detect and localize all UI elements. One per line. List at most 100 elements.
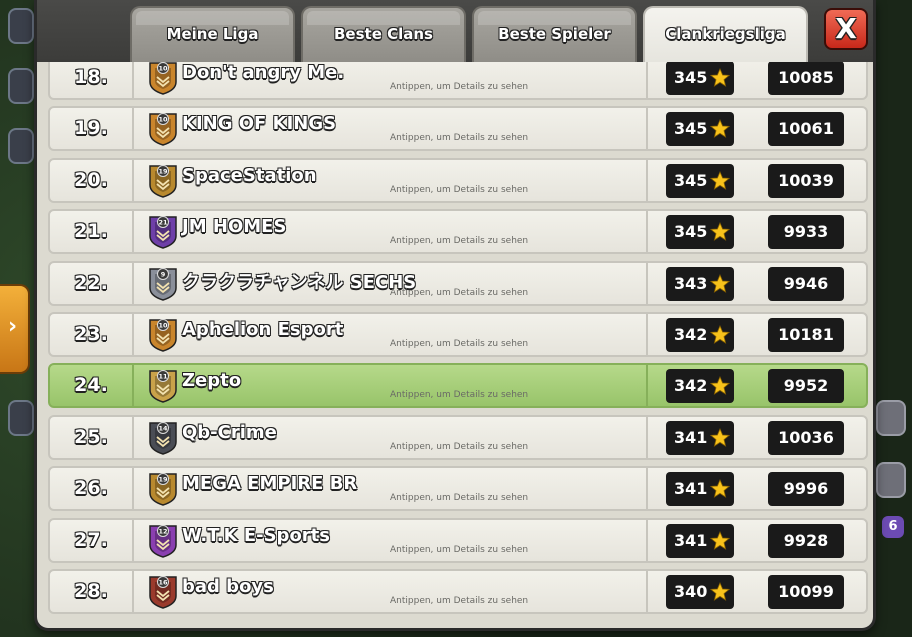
clan-name: JM HOMES bbox=[182, 216, 287, 238]
war-score: 9928 bbox=[768, 523, 844, 558]
clan-level: 10 bbox=[158, 322, 168, 330]
close-button[interactable]: X bbox=[824, 8, 868, 50]
side-notification-badge: 6 bbox=[882, 516, 904, 538]
tab-shine bbox=[136, 11, 289, 25]
details-hint: Antippen, um Details zu sehen bbox=[390, 339, 529, 349]
clan-row[interactable]: 22. 9 クラクラチャンネル SECHS Antippen, um Details … bbox=[48, 260, 868, 306]
star-icon bbox=[710, 427, 730, 447]
details-hint: Antippen, um Details zu sehen bbox=[390, 441, 529, 452]
background-menu-tile bbox=[8, 8, 34, 44]
column-divider bbox=[646, 159, 648, 201]
background-menu-tile bbox=[8, 400, 34, 436]
column-divider bbox=[646, 262, 648, 304]
war-score: 10099 bbox=[768, 575, 844, 609]
column-divider bbox=[646, 519, 648, 561]
star-icon bbox=[710, 582, 730, 601]
tab-my-league[interactable]: Meine Liga bbox=[130, 6, 295, 62]
clan-level: 10 bbox=[158, 116, 168, 124]
clan-row[interactable]: 23. 10 Aphelion Esport Antippen, um Details… bbox=[48, 312, 868, 357]
star-icon bbox=[710, 479, 730, 499]
tab-shine bbox=[307, 11, 460, 25]
stars-value: 345 bbox=[674, 222, 708, 242]
star-icon bbox=[710, 68, 730, 87]
clan-badge-icon: 19 bbox=[149, 164, 177, 198]
clan-row[interactable]: 28. 16 bad boys Antippen, um Details zu seh… bbox=[48, 569, 868, 614]
clan-row[interactable]: 21. 21 JM HOMES Antippen, um Details zu seh… bbox=[48, 209, 868, 255]
stars-box: 345 bbox=[666, 215, 734, 250]
stars-box: 341 bbox=[666, 420, 734, 455]
rank-number: 18. bbox=[50, 62, 134, 98]
clan-level: 11 bbox=[158, 373, 168, 381]
details-hint: Antippen, um Details zu sehen bbox=[390, 82, 529, 92]
rank-number: 22. bbox=[50, 262, 134, 304]
clan-ranking-list[interactable]: 18. 10 Don't angry Me. Antippen, um Details… bbox=[48, 62, 868, 622]
stars-box: 343 bbox=[666, 266, 734, 301]
clan-name: Zepto bbox=[182, 370, 242, 392]
background-menu-tile bbox=[876, 462, 906, 498]
stars-value: 341 bbox=[674, 427, 708, 447]
stars-value: 340 bbox=[674, 582, 708, 601]
column-divider bbox=[646, 108, 648, 150]
clan-badge-icon: 12 bbox=[149, 524, 177, 558]
stars-value: 341 bbox=[674, 530, 708, 550]
details-hint: Antippen, um Details zu sehen bbox=[390, 287, 529, 298]
star-icon bbox=[710, 325, 730, 344]
clan-badge-icon: 9 bbox=[149, 267, 177, 301]
clan-row[interactable]: 25. 14 Qb-Crime Antippen, um Details zu seh… bbox=[48, 414, 868, 460]
clan-level: 12 bbox=[158, 527, 167, 535]
war-score: 9996 bbox=[768, 472, 844, 507]
clan-level: 21 bbox=[158, 219, 168, 227]
background-menu-tile bbox=[8, 128, 34, 164]
clan-name: Aphelion Esport bbox=[182, 319, 344, 340]
column-divider bbox=[646, 571, 648, 612]
clan-badge-icon: 10 bbox=[149, 62, 177, 95]
war-score: 10061 bbox=[768, 112, 844, 147]
clan-name: KING OF KINGS bbox=[182, 113, 337, 135]
star-icon bbox=[710, 119, 730, 139]
side-expand-button[interactable]: › bbox=[0, 284, 30, 374]
details-hint: Antippen, um Details zu sehen bbox=[390, 236, 529, 247]
column-divider bbox=[646, 468, 648, 510]
clan-level: 19 bbox=[158, 476, 168, 484]
tab-clan-war-league[interactable]: Clankriegsliga bbox=[643, 6, 808, 62]
stars-box: 345 bbox=[666, 112, 734, 147]
rank-number: 24. bbox=[50, 365, 134, 407]
clan-row[interactable]: 27. 12 W.T.K E-Sports Antippen, um Details … bbox=[48, 517, 868, 563]
clan-row[interactable]: 24. 11 Zepto Antippen, um Details zu sehen 3… bbox=[48, 363, 868, 409]
stars-box: 345 bbox=[666, 62, 734, 95]
clan-level: 10 bbox=[158, 65, 168, 73]
war-score: 10085 bbox=[768, 62, 844, 95]
details-hint: Antippen, um Details zu sehen bbox=[390, 184, 529, 195]
clan-badge-icon: 11 bbox=[149, 370, 177, 404]
clan-level: 9 bbox=[161, 270, 166, 278]
rank-number: 21. bbox=[50, 211, 134, 253]
stars-value: 342 bbox=[674, 325, 708, 344]
star-icon bbox=[710, 170, 730, 190]
background-menu-tile bbox=[8, 68, 34, 104]
clan-row[interactable]: 26. 19 MEGA EMPIRE BR Antippen, um Details … bbox=[48, 466, 868, 512]
stars-value: 343 bbox=[674, 273, 708, 293]
clan-badge-icon: 21 bbox=[149, 216, 177, 249]
tab-top-clans[interactable]: Beste Clans bbox=[301, 6, 466, 62]
stars-box: 340 bbox=[666, 575, 734, 609]
clan-badge-icon: 10 bbox=[149, 113, 177, 147]
stars-box: 341 bbox=[666, 523, 734, 558]
details-hint: Antippen, um Details zu sehen bbox=[390, 596, 529, 606]
clan-level: 16 bbox=[158, 579, 168, 587]
clan-row[interactable]: 19. 10 KING OF KINGS Antippen, um Details z… bbox=[48, 106, 868, 152]
clan-badge-icon: 14 bbox=[149, 421, 177, 455]
column-divider bbox=[646, 365, 648, 407]
clan-row[interactable]: 20. 19 SpaceStation Antippen, um Details zu… bbox=[48, 157, 868, 203]
stars-box: 341 bbox=[666, 472, 734, 507]
stars-value: 345 bbox=[674, 68, 708, 87]
clan-row[interactable]: 18. 10 Don't angry Me. Antippen, um Details… bbox=[48, 62, 868, 100]
clan-name: Qb-Crime bbox=[182, 421, 277, 443]
tab-top-players[interactable]: Beste Spieler bbox=[472, 6, 637, 62]
stars-box: 342 bbox=[666, 318, 734, 352]
background-menu-tile bbox=[876, 400, 906, 436]
war-score: 10181 bbox=[768, 318, 844, 352]
rank-number: 26. bbox=[50, 468, 134, 510]
tab-label: Meine Liga bbox=[166, 25, 259, 43]
war-score: 9933 bbox=[768, 215, 844, 250]
chevron-right-icon: › bbox=[8, 314, 18, 339]
